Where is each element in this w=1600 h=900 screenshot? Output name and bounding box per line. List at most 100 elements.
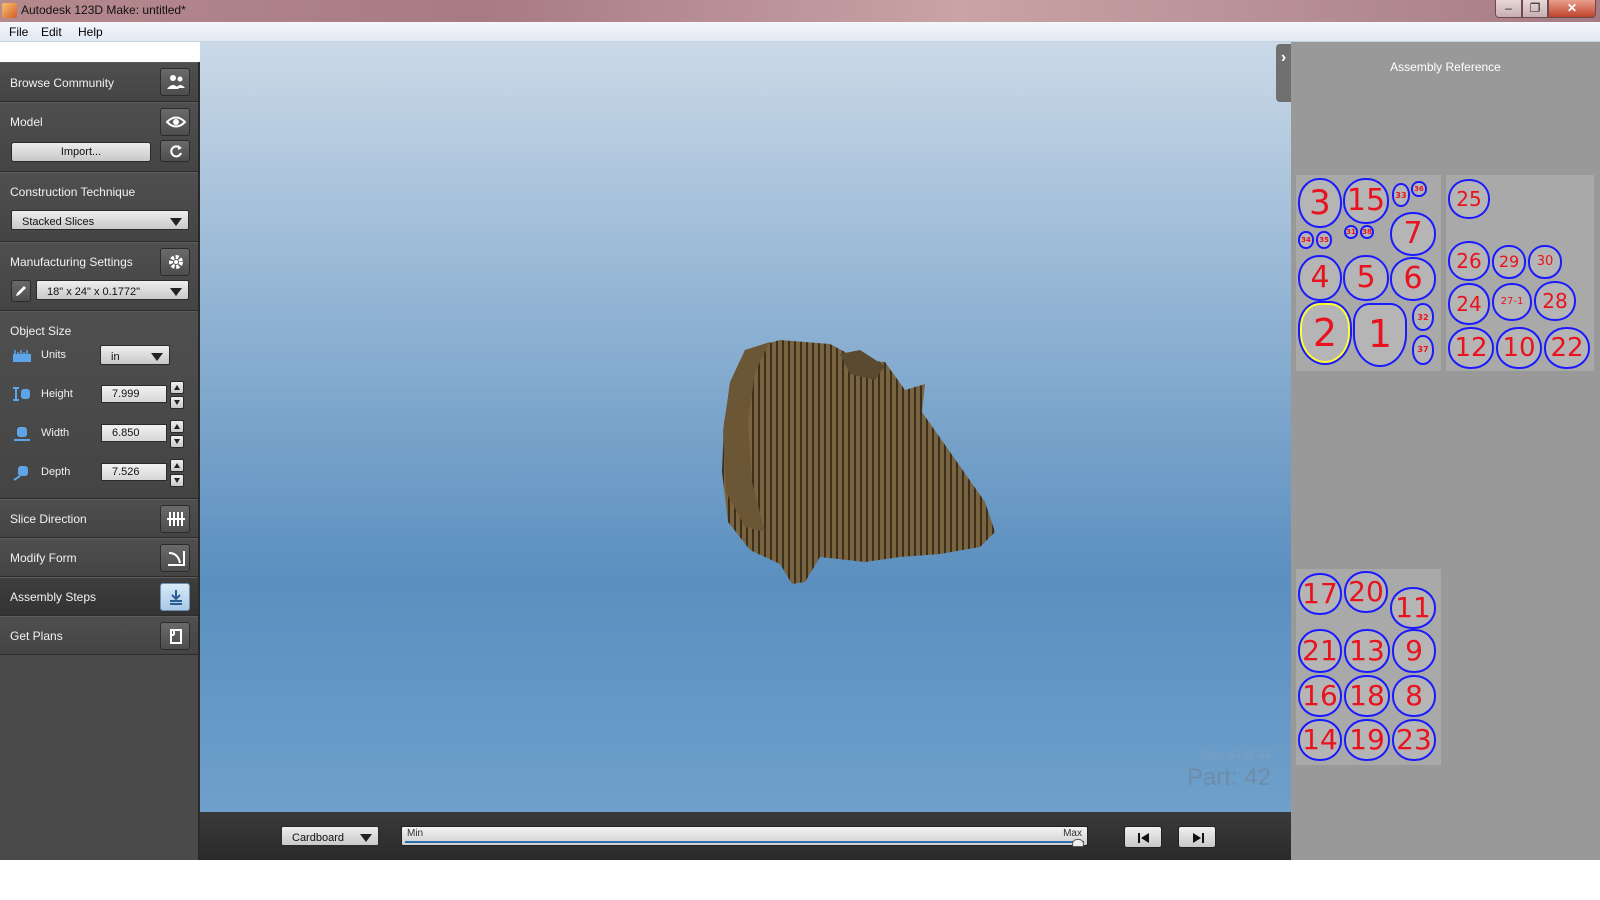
part-piece[interactable]: 23 bbox=[1392, 719, 1436, 761]
part-piece[interactable]: 37 bbox=[1412, 335, 1434, 365]
width-stepper[interactable] bbox=[170, 420, 184, 448]
chevron-right-icon[interactable]: › bbox=[1276, 44, 1291, 102]
cut-sheet-3: 17 20 11 21 13 9 16 18 8 14 19 23 bbox=[1296, 569, 1441, 765]
sidebar-item-slice-direction[interactable]: Slice Direction bbox=[0, 499, 198, 538]
part-piece[interactable]: 28 bbox=[1534, 281, 1576, 321]
part-piece[interactable]: 38 bbox=[1360, 225, 1374, 239]
step-slider[interactable]: Min Max bbox=[401, 826, 1088, 847]
part-piece[interactable]: 4 bbox=[1298, 255, 1342, 301]
width-icon bbox=[14, 427, 30, 441]
part-piece[interactable]: 29 bbox=[1492, 245, 1526, 279]
sidebar-item-assembly-steps[interactable]: Assembly Steps bbox=[0, 577, 198, 616]
part-piece[interactable]: 24 bbox=[1448, 283, 1490, 325]
part-piece[interactable]: 19 bbox=[1344, 719, 1390, 761]
refresh-button[interactable] bbox=[160, 140, 190, 162]
sidebar-item-construction-technique: Construction Technique Stacked Slices bbox=[0, 172, 198, 242]
slices-icon bbox=[167, 512, 185, 526]
depth-icon bbox=[13, 466, 28, 481]
assembly-steps-button[interactable] bbox=[160, 583, 190, 611]
menu-file[interactable]: File bbox=[9, 25, 28, 39]
part-piece[interactable]: 15 bbox=[1343, 178, 1389, 224]
people-icon bbox=[167, 75, 185, 89]
part-piece[interactable]: 25 bbox=[1448, 179, 1490, 219]
3d-viewport[interactable]: Step 44 of 44 Part: 42 bbox=[200, 42, 1291, 812]
import-button[interactable]: Import... bbox=[11, 142, 151, 162]
menu-edit[interactable]: Edit bbox=[41, 25, 62, 39]
part-piece[interactable]: 12 bbox=[1448, 327, 1494, 369]
part-piece[interactable]: 17 bbox=[1298, 573, 1342, 615]
part-indicator: Part: 42 bbox=[1186, 764, 1271, 791]
slider-thumb[interactable] bbox=[1072, 839, 1084, 847]
units-dropdown[interactable]: in bbox=[100, 345, 170, 365]
part-piece[interactable]: 20 bbox=[1344, 571, 1388, 613]
bear-head-model[interactable] bbox=[710, 332, 1010, 592]
part-piece[interactable]: 16 bbox=[1298, 675, 1342, 717]
modify-form-button[interactable] bbox=[160, 544, 190, 572]
chevron-down-icon bbox=[170, 218, 182, 226]
community-button[interactable] bbox=[160, 68, 190, 96]
sidebar-item-modify-form[interactable]: Modify Form bbox=[0, 538, 198, 577]
part-piece[interactable]: 13 bbox=[1344, 629, 1390, 673]
part-piece[interactable]: 8 bbox=[1392, 675, 1436, 717]
part-piece[interactable]: 34 bbox=[1298, 231, 1314, 249]
depth-stepper[interactable] bbox=[170, 459, 184, 487]
part-piece[interactable]: 7 bbox=[1390, 212, 1436, 256]
technique-value: Stacked Slices bbox=[22, 216, 95, 228]
slider-fill bbox=[405, 841, 1084, 843]
sidebar-item-get-plans[interactable]: Get Plans bbox=[0, 616, 198, 655]
chevron-down-icon bbox=[360, 834, 372, 842]
width-field[interactable]: 6.850 bbox=[101, 424, 167, 442]
part-piece[interactable]: 27-1 bbox=[1492, 283, 1532, 321]
part-piece-selected[interactable]: 2 bbox=[1300, 303, 1350, 363]
material-dropdown[interactable]: Cardboard bbox=[281, 826, 379, 846]
part-piece[interactable]: 21 bbox=[1298, 629, 1342, 673]
menu-help[interactable]: Help bbox=[78, 25, 103, 39]
part-piece[interactable]: 26 bbox=[1448, 241, 1490, 281]
part-piece[interactable]: 3 bbox=[1298, 178, 1342, 228]
previous-step-button[interactable] bbox=[1124, 826, 1162, 848]
part-piece[interactable]: 36 bbox=[1411, 181, 1427, 197]
assembly-steps-label: Assembly Steps bbox=[10, 590, 97, 604]
manufacturing-settings-button[interactable] bbox=[160, 248, 190, 276]
units-label: Units bbox=[41, 349, 67, 361]
part-piece[interactable]: 35 bbox=[1316, 231, 1332, 249]
get-plans-button[interactable] bbox=[160, 622, 190, 650]
part-piece[interactable]: 32 bbox=[1412, 303, 1434, 331]
slice-direction-label: Slice Direction bbox=[10, 512, 87, 526]
model-label: Model bbox=[10, 115, 43, 129]
part-piece[interactable]: 22 bbox=[1544, 327, 1590, 369]
material-value: Cardboard bbox=[292, 832, 344, 844]
part-piece[interactable]: 1 bbox=[1353, 303, 1407, 367]
minimize-button[interactable]: – bbox=[1495, 0, 1522, 18]
part-piece[interactable]: 33 bbox=[1392, 183, 1410, 207]
technique-dropdown[interactable]: Stacked Slices bbox=[11, 210, 189, 230]
part-piece[interactable]: 18 bbox=[1344, 675, 1390, 717]
part-piece[interactable]: 11 bbox=[1390, 587, 1436, 629]
assembly-reference-title: Assembly Reference bbox=[1390, 60, 1501, 74]
part-piece[interactable]: 5 bbox=[1343, 255, 1389, 301]
sidebar-item-browse-community[interactable]: Browse Community bbox=[0, 62, 198, 102]
close-button[interactable]: ✕ bbox=[1548, 0, 1596, 18]
part-piece[interactable]: 10 bbox=[1496, 327, 1542, 369]
next-step-button[interactable] bbox=[1178, 826, 1216, 848]
height-field[interactable]: 7.999 bbox=[101, 385, 167, 403]
part-piece[interactable]: 9 bbox=[1392, 629, 1436, 673]
units-value: in bbox=[111, 351, 120, 363]
edit-sheet-button[interactable] bbox=[11, 280, 31, 302]
maximize-button[interactable]: ❐ bbox=[1522, 0, 1548, 18]
part-piece[interactable]: 14 bbox=[1298, 719, 1342, 761]
eye-icon bbox=[166, 116, 186, 128]
sidebar-item-model: Model Import... bbox=[0, 102, 198, 172]
cut-sheet-1: 3 15 33 36 7 34 35 31 38 4 5 6 2 1 32 37 bbox=[1296, 175, 1441, 371]
part-piece[interactable]: 6 bbox=[1390, 257, 1436, 301]
sidebar-item-manufacturing-settings: Manufacturing Settings 18" x 24" x 0.177… bbox=[0, 242, 198, 311]
view-model-button[interactable] bbox=[160, 108, 190, 136]
part-piece[interactable]: 30 bbox=[1528, 245, 1562, 279]
skip-forward-icon bbox=[1193, 833, 1204, 843]
height-stepper[interactable] bbox=[170, 381, 184, 409]
sheet-size-dropdown[interactable]: 18" x 24" x 0.1772" bbox=[36, 280, 189, 300]
slice-direction-button[interactable] bbox=[160, 505, 190, 533]
skip-back-icon bbox=[1138, 833, 1149, 843]
depth-field[interactable]: 7.526 bbox=[101, 463, 167, 481]
part-piece[interactable]: 31 bbox=[1344, 225, 1358, 239]
